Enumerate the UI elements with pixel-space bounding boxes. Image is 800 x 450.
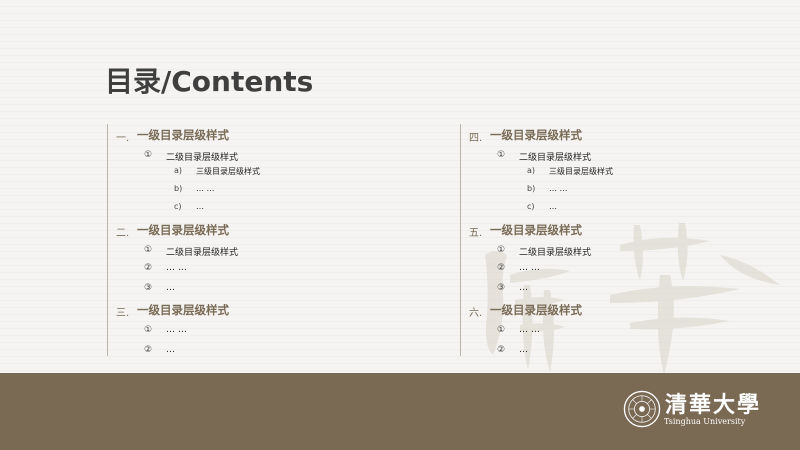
- toc-item-number: ②: [144, 345, 153, 355]
- toc-item-label: 一级目录层级样式: [137, 303, 229, 317]
- toc-item-number: ①: [497, 150, 506, 160]
- toc-item-number: a): [527, 166, 536, 175]
- toc-item-label: 三级目录层级样式: [196, 167, 260, 176]
- toc-item-label: … …: [519, 263, 540, 273]
- toc-item-label: 二级目录层级样式: [519, 248, 592, 258]
- toc-item-label: …: [549, 202, 557, 211]
- toc-item-number: ①: [144, 245, 153, 255]
- toc-item-label: … …: [166, 325, 187, 335]
- toc-item-number: ②: [497, 345, 506, 355]
- toc-item-number: ①: [497, 325, 506, 335]
- toc-item-label: 一级目录层级样式: [137, 223, 229, 237]
- toc-item-label: … …: [166, 263, 187, 273]
- toc-item-number: b): [527, 184, 536, 193]
- toc-item-number: a): [174, 166, 183, 175]
- toc-item-label: … …: [196, 184, 215, 193]
- toc-item-number: b): [174, 184, 183, 193]
- tsinghua-seal-icon: [623, 390, 661, 428]
- toc-item-number: 一.: [116, 133, 130, 144]
- footer-bar: 清華大學 Tsinghua University: [0, 373, 800, 450]
- toc-item-number: 六.: [469, 308, 483, 319]
- toc-item-label: 一级目录层级样式: [137, 128, 229, 142]
- toc-item-label: 一级目录层级样式: [490, 128, 582, 142]
- toc-item-number: 二.: [116, 228, 130, 239]
- toc-item-number: 五.: [469, 228, 483, 239]
- toc-column-right: 四. 一级目录层级样式 ① 二级目录层级样式 a) 三级目录层级样式 b) … … c) … 五. 一…: [460, 124, 781, 356]
- toc-item-label: …: [166, 345, 175, 355]
- toc-item-label: … …: [549, 184, 568, 193]
- toc-item-label: 二级目录层级样式: [519, 153, 592, 163]
- page-title: 目录/Contents: [105, 65, 314, 98]
- toc-column-left: 一. 一级目录层级样式 ① 二级目录层级样式 a) 三级目录层级样式 b) … … c) … 二. 一…: [107, 124, 428, 356]
- university-name-en: Tsinghua University: [664, 417, 746, 426]
- toc-item-label: …: [196, 202, 204, 211]
- toc-item-label: 一级目录层级样式: [490, 303, 582, 317]
- toc-item-number: ③: [144, 283, 153, 293]
- toc-item-number: c): [174, 202, 182, 211]
- toc-item-number: 四.: [469, 133, 483, 144]
- toc-item-label: …: [519, 283, 528, 293]
- toc-item-label: 二级目录层级样式: [166, 248, 239, 258]
- toc-item-label: … …: [519, 325, 540, 335]
- toc-item-label: …: [519, 345, 528, 355]
- slide-canvas: 目录/Contents 一. 一级目录层级样式 ① 二级目录层级样式 a) 三级目录层级样…: [0, 0, 800, 373]
- toc-item-number: ②: [497, 263, 506, 273]
- toc-item-label: 三级目录层级样式: [549, 167, 613, 176]
- university-name-cn: 清華大學: [665, 392, 762, 418]
- toc-item-label: 一级目录层级样式: [490, 223, 582, 237]
- toc-item-number: 三.: [116, 308, 130, 319]
- toc-item-label: 二级目录层级样式: [166, 153, 239, 163]
- toc-item-number: ①: [497, 245, 506, 255]
- toc-item-number: ②: [144, 263, 153, 273]
- toc-item-number: c): [527, 202, 535, 211]
- toc-item-number: ③: [497, 283, 506, 293]
- toc-item-number: ①: [144, 325, 153, 335]
- toc-item-number: ①: [144, 150, 153, 160]
- toc-item-label: …: [166, 283, 175, 293]
